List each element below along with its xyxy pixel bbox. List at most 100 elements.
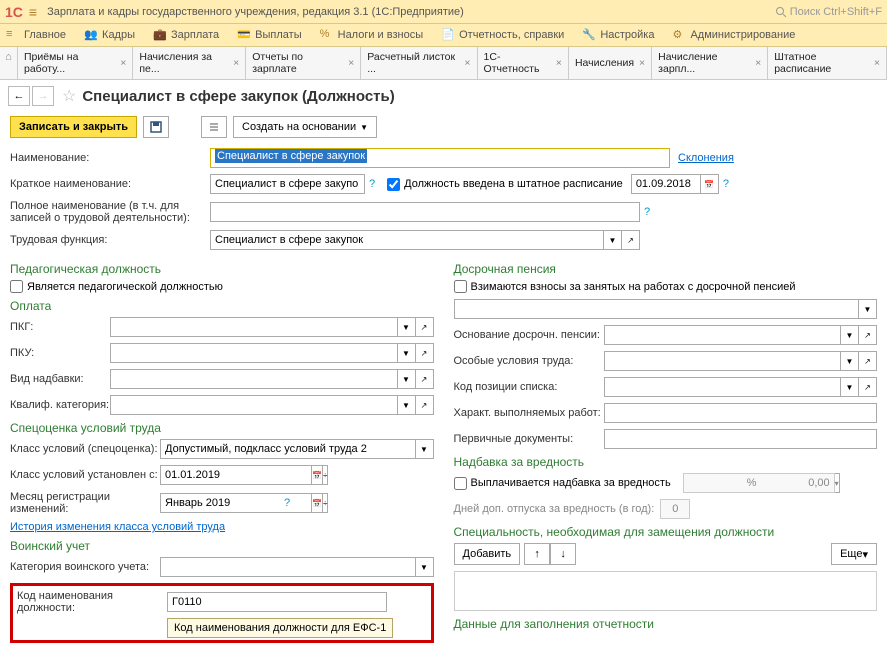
full-input[interactable]	[210, 202, 640, 222]
is-ped-checkbox[interactable]	[10, 280, 23, 293]
dropdown-icon[interactable]: ▼	[604, 230, 622, 250]
down-button[interactable]: ↓	[550, 543, 576, 565]
back-button[interactable]: ←	[8, 86, 30, 106]
dropdown-icon[interactable]: ▼	[859, 299, 877, 319]
history-link[interactable]: История изменения класса условий труда	[10, 521, 225, 533]
menu-0[interactable]: ≡Главное	[6, 28, 66, 42]
close-icon[interactable]: ×	[556, 57, 562, 69]
kval-input[interactable]	[110, 395, 398, 415]
specreq-list[interactable]	[454, 571, 878, 611]
klass-input[interactable]	[160, 439, 416, 459]
close-icon[interactable]: ×	[233, 57, 239, 69]
perv-input[interactable]	[604, 429, 878, 449]
dropdown-icon[interactable]: ▼	[398, 369, 416, 389]
kod-input[interactable]	[167, 592, 387, 612]
close-icon[interactable]: ×	[639, 57, 645, 69]
stepper-icon[interactable]: ▾	[835, 473, 840, 493]
tab-1[interactable]: Начисления за пе...×	[133, 47, 246, 79]
adjust-icon[interactable]: ÷	[323, 493, 328, 513]
dropdown-icon[interactable]: ▼	[398, 317, 416, 337]
help-icon[interactable]: ?	[723, 178, 729, 190]
dropdown-icon[interactable]: ▼	[398, 343, 416, 363]
dni-input[interactable]	[660, 499, 690, 519]
open-icon[interactable]: ↗	[622, 230, 640, 250]
short-input[interactable]	[210, 174, 365, 194]
func-input[interactable]	[210, 230, 604, 250]
osn-input[interactable]	[604, 325, 842, 345]
menu-7[interactable]: ⚙Администрирование	[672, 28, 795, 42]
close-icon[interactable]: ×	[874, 57, 880, 69]
help-icon[interactable]: ?	[284, 497, 290, 509]
spec-heading: Спецоценка условий труда	[10, 421, 434, 435]
more-button[interactable]: Еще ▾	[831, 543, 877, 565]
help-icon[interactable]: ?	[369, 178, 375, 190]
dos-extra-input[interactable]	[454, 299, 860, 319]
nadb-val-input[interactable]	[683, 473, 835, 493]
forward-button[interactable]: →	[32, 86, 54, 106]
adjust-icon[interactable]: ÷	[323, 465, 328, 485]
save-button[interactable]	[143, 116, 169, 138]
pkg-input[interactable]	[110, 317, 398, 337]
open-icon[interactable]: ↗	[416, 395, 434, 415]
dropdown-icon[interactable]: ▼	[416, 557, 434, 577]
vzim-checkbox[interactable]	[454, 280, 467, 293]
add-button[interactable]: Добавить	[454, 543, 521, 565]
specreq-heading: Специальность, необходимая для замещения…	[454, 525, 878, 539]
create-based-button[interactable]: Создать на основании ▼	[233, 116, 377, 138]
menu-3[interactable]: 💳Выплаты	[237, 28, 301, 42]
close-icon[interactable]: ×	[120, 57, 126, 69]
calendar-icon[interactable]: 📅	[312, 465, 323, 485]
tab-0[interactable]: Приёмы на работу...×	[18, 47, 133, 79]
dropdown-icon[interactable]: ▼	[416, 439, 434, 459]
dropdown-icon[interactable]: ▼	[841, 377, 859, 397]
nadb-input[interactable]	[110, 369, 398, 389]
tab-3[interactable]: Расчетный листок ...×	[361, 47, 477, 79]
har-input[interactable]	[604, 403, 878, 423]
kodpoz-input[interactable]	[604, 377, 842, 397]
open-icon[interactable]: ↗	[416, 317, 434, 337]
tab-7[interactable]: Штатное расписание×	[768, 47, 887, 79]
menu-2[interactable]: 💼Зарплата	[153, 28, 219, 42]
menu-6[interactable]: 🔧Настройка	[582, 28, 654, 42]
short-label: Краткое наименование:	[10, 178, 210, 190]
klass-from-input[interactable]	[160, 465, 312, 485]
menu-icon[interactable]: ≡	[29, 4, 37, 20]
menu-1[interactable]: 👥Кадры	[84, 28, 135, 42]
name-input[interactable]: Специалист в сфере закупок	[210, 148, 670, 168]
app-logo: 1C	[5, 4, 23, 20]
calendar-icon[interactable]: 📅	[701, 174, 719, 194]
open-icon[interactable]: ↗	[859, 325, 877, 345]
open-icon[interactable]: ↗	[859, 351, 877, 371]
menu-4[interactable]: %Налоги и взносы	[320, 28, 424, 42]
help-icon[interactable]: ?	[644, 206, 650, 218]
global-search[interactable]: Поиск Ctrl+Shift+F	[775, 6, 882, 18]
tab-2[interactable]: Отчеты по зарплате×	[246, 47, 361, 79]
up-button[interactable]: ↑	[524, 543, 550, 565]
close-icon[interactable]: ×	[464, 57, 470, 69]
dropdown-icon[interactable]: ▼	[841, 351, 859, 371]
open-icon[interactable]: ↗	[416, 369, 434, 389]
favorite-icon[interactable]: ☆	[62, 86, 76, 106]
in-staff-checkbox[interactable]	[387, 178, 400, 191]
dropdown-icon[interactable]: ▼	[398, 395, 416, 415]
pku-input[interactable]	[110, 343, 398, 363]
vypl-checkbox[interactable]	[454, 477, 467, 490]
close-icon[interactable]: ×	[755, 57, 761, 69]
home-tab-icon[interactable]: ⌂	[0, 47, 18, 79]
tab-4[interactable]: 1С-Отчетность×	[478, 47, 569, 79]
declension-link[interactable]: Склонения	[678, 152, 734, 164]
menu-5[interactable]: 📄Отчетность, справки	[441, 28, 564, 42]
pay-heading: Оплата	[10, 299, 434, 313]
open-icon[interactable]: ↗	[859, 377, 877, 397]
tab-5[interactable]: Начисления×	[569, 47, 652, 79]
tab-6[interactable]: Начисление зарпл...×	[652, 47, 768, 79]
in-staff-date[interactable]	[631, 174, 701, 194]
dropdown-icon[interactable]: ▼	[841, 325, 859, 345]
open-icon[interactable]: ↗	[416, 343, 434, 363]
save-close-button[interactable]: Записать и закрыть	[10, 116, 137, 138]
katvoin-input[interactable]	[160, 557, 416, 577]
list-button[interactable]	[201, 116, 227, 138]
osob-input[interactable]	[604, 351, 842, 371]
close-icon[interactable]: ×	[348, 57, 354, 69]
calendar-icon[interactable]: 📅	[312, 493, 323, 513]
